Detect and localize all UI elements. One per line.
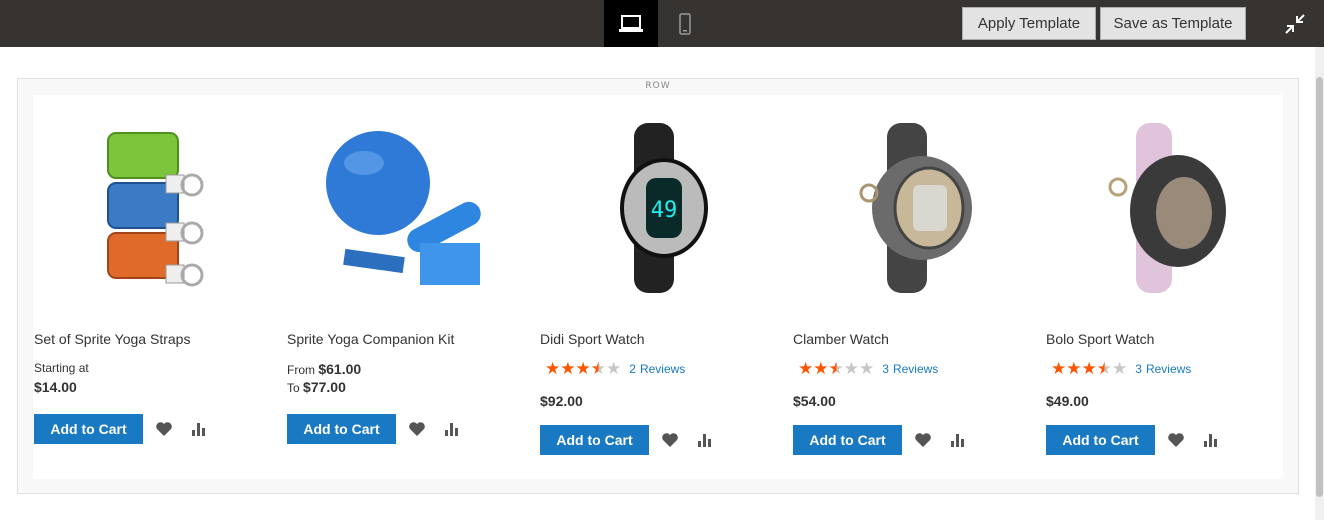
product-image[interactable] <box>792 113 1032 303</box>
rating-stars: ★★★★★ <box>798 359 875 378</box>
heart-icon[interactable] <box>914 431 932 449</box>
mobile-view-icon <box>679 12 691 35</box>
product-name[interactable]: Sprite Yoga Companion Kit <box>287 331 454 347</box>
vertical-scrollbar[interactable] <box>1315 47 1324 520</box>
compare-icon[interactable] <box>949 431 967 449</box>
product-image[interactable] <box>286 113 526 303</box>
collapse-fullscreen-icon[interactable] <box>1284 13 1306 35</box>
products-grid: Set of Sprite Yoga Straps Starting at $1… <box>33 95 1283 479</box>
product-image[interactable]: 49 <box>539 113 779 303</box>
rating-summary: ★★★★★ 3 Reviews <box>798 360 942 377</box>
add-to-cart-button[interactable]: Add to Cart <box>540 425 649 455</box>
add-to-cart-button[interactable]: Add to Cart <box>34 414 143 444</box>
rating-summary: ★★★★★ 2 Reviews <box>545 360 689 377</box>
product-item: 49 Didi Sport Watch ★★★★★ 2 Reviews $92.0… <box>539 95 779 479</box>
price-value: $14.00 <box>34 379 77 395</box>
price-starting: Starting at <box>34 361 89 375</box>
save-as-template-button[interactable]: Save as Template <box>1100 7 1246 40</box>
reviews-link[interactable]: 3 Reviews <box>1135 362 1195 376</box>
product-item: Sprite Yoga Companion Kit From $61.00 To… <box>286 95 526 479</box>
row-label: ROW <box>645 81 671 91</box>
price-to: To $77.00 <box>287 379 346 395</box>
product-name[interactable]: Didi Sport Watch <box>540 331 645 347</box>
product-name[interactable]: Bolo Sport Watch <box>1046 331 1154 347</box>
editor-stage: ROW Set of Sprite Yoga Straps Starting a… <box>0 47 1315 520</box>
product-item: Bolo Sport Watch ★★★★★ 3 Reviews $49.00 A… <box>1045 95 1285 479</box>
svg-text:49: 49 <box>651 198 678 223</box>
reviews-link[interactable]: 2 Reviews <box>629 362 689 376</box>
scrollbar-thumb[interactable] <box>1316 77 1323 497</box>
reviews-link[interactable]: 3 Reviews <box>882 362 942 376</box>
price-value: $49.00 <box>1046 393 1089 409</box>
rating-summary: ★★★★★ 3 Reviews <box>1051 360 1195 377</box>
product-name[interactable]: Clamber Watch <box>793 331 889 347</box>
product-image[interactable] <box>1045 113 1285 303</box>
price-value: $54.00 <box>793 393 836 409</box>
mobile-view-button[interactable] <box>658 0 712 47</box>
product-image[interactable] <box>33 113 273 303</box>
heart-icon[interactable] <box>408 420 426 438</box>
add-to-cart-button[interactable]: Add to Cart <box>1046 425 1155 455</box>
price-value: $92.00 <box>540 393 583 409</box>
editor-toolbar: Apply Template Save as Template <box>0 0 1324 47</box>
desktop-view-icon <box>619 14 643 32</box>
desktop-view-button[interactable] <box>604 0 658 47</box>
compare-icon[interactable] <box>696 431 714 449</box>
heart-icon[interactable] <box>661 431 679 449</box>
add-to-cart-button[interactable]: Add to Cart <box>287 414 396 444</box>
row-container[interactable]: ROW Set of Sprite Yoga Straps Starting a… <box>17 78 1299 494</box>
product-name[interactable]: Set of Sprite Yoga Straps <box>34 331 190 347</box>
heart-icon[interactable] <box>1167 431 1185 449</box>
price-from: From $61.00 <box>287 361 362 377</box>
rating-stars: ★★★★★ <box>545 359 622 378</box>
compare-icon[interactable] <box>443 420 461 438</box>
product-item: Set of Sprite Yoga Straps Starting at $1… <box>33 95 273 479</box>
product-item: Clamber Watch ★★★★★ 3 Reviews $54.00 Add … <box>792 95 1032 479</box>
heart-icon[interactable] <box>155 420 173 438</box>
apply-template-button[interactable]: Apply Template <box>962 7 1096 40</box>
compare-icon[interactable] <box>1202 431 1220 449</box>
add-to-cart-button[interactable]: Add to Cart <box>793 425 902 455</box>
compare-icon[interactable] <box>190 420 208 438</box>
rating-stars: ★★★★★ <box>1051 359 1128 378</box>
